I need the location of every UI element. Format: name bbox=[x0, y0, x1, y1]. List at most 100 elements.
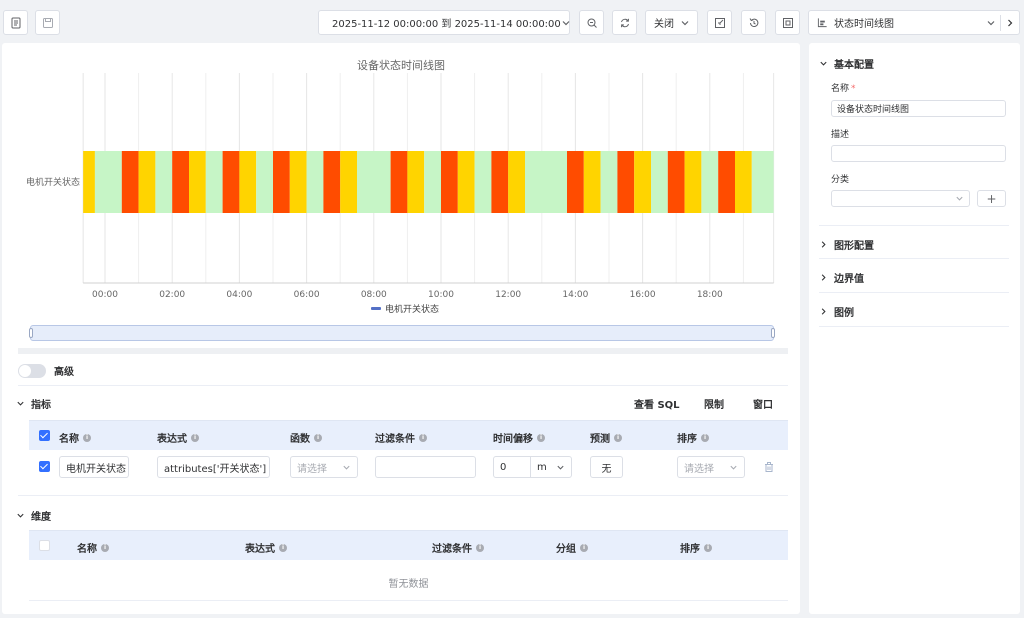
metrics-col-expression: 表达式 i bbox=[157, 430, 199, 445]
name-input[interactable]: 设备状态时间线图 bbox=[831, 100, 1006, 117]
zoom-handle-left[interactable] bbox=[29, 328, 33, 338]
state-segment-yellow[interactable] bbox=[138, 151, 156, 213]
dimensions-empty-text: 暂无数据 bbox=[388, 579, 429, 590]
state-segment-red[interactable] bbox=[667, 151, 685, 213]
x-tick-label: 02:00 bbox=[159, 290, 185, 300]
state-segment-red[interactable] bbox=[121, 151, 139, 213]
state-segment-yellow[interactable] bbox=[83, 151, 95, 213]
state-segment-red[interactable] bbox=[390, 151, 408, 213]
state-segment-yellow[interactable] bbox=[189, 151, 206, 213]
advanced-toggle[interactable] bbox=[18, 363, 46, 378]
metrics-table-header: 名称 i 表达式 i 函数 i 过滤条件 i 时间偏移 i 预测 i 排序 i bbox=[29, 420, 788, 450]
state-segment-green[interactable] bbox=[701, 151, 719, 213]
collapse-panel-icon[interactable] bbox=[1005, 18, 1015, 28]
legend-label[interactable]: 电机开关状态 bbox=[385, 303, 439, 315]
chart-type-select[interactable]: 状态时间线图 bbox=[808, 10, 1020, 35]
state-segment-green[interactable] bbox=[155, 151, 173, 213]
x-tick-label: 18:00 bbox=[697, 290, 723, 300]
state-segment-green[interactable] bbox=[751, 151, 774, 213]
metrics-section-header[interactable]: 指标 bbox=[16, 396, 51, 411]
zoom-out-icon bbox=[587, 18, 597, 28]
info-icon: i bbox=[191, 433, 199, 442]
state-segment-red[interactable] bbox=[441, 151, 458, 213]
view-sql-link[interactable]: 查看 SQL bbox=[634, 396, 680, 411]
metrics-select-all-checkbox[interactable] bbox=[39, 430, 50, 441]
basic-config-title: 基本配置 bbox=[834, 60, 874, 71]
metric-offset-value-input[interactable]: 0 bbox=[493, 456, 531, 478]
state-segment-green[interactable] bbox=[424, 151, 441, 213]
description-label: 描述 bbox=[831, 130, 850, 140]
advanced-toggle-row: 高级 bbox=[18, 363, 74, 378]
dimensions-col-group: 分组 i bbox=[556, 540, 588, 555]
info-icon: i bbox=[83, 433, 91, 442]
graphic-config-header[interactable]: 图形配置 bbox=[819, 237, 874, 252]
state-segment-green[interactable] bbox=[306, 151, 324, 213]
state-segment-red[interactable] bbox=[718, 151, 735, 213]
time-range-dropdown[interactable] bbox=[561, 18, 571, 28]
state-segment-yellow[interactable] bbox=[457, 151, 475, 213]
metrics-col-offset: 时间偏移 i bbox=[493, 430, 545, 445]
metric-sort-select[interactable]: 请选择 bbox=[677, 456, 745, 478]
state-segment-green[interactable] bbox=[474, 151, 492, 213]
limit-link[interactable]: 限制 bbox=[704, 396, 724, 411]
save-button[interactable] bbox=[35, 10, 60, 35]
metric-forecast-button[interactable]: 无 bbox=[590, 456, 623, 478]
chart-type-icon bbox=[817, 18, 827, 28]
legend-swatch[interactable] bbox=[371, 307, 381, 310]
state-segment-green[interactable] bbox=[651, 151, 668, 213]
info-icon: i bbox=[419, 433, 427, 442]
state-segment-yellow[interactable] bbox=[735, 151, 752, 213]
category-select[interactable] bbox=[831, 190, 970, 207]
dimensions-section-header[interactable]: 维度 bbox=[16, 508, 51, 523]
state-segment-red[interactable] bbox=[222, 151, 240, 213]
state-segment-yellow[interactable] bbox=[583, 151, 601, 213]
state-segment-green[interactable] bbox=[256, 151, 273, 213]
state-segment-green[interactable] bbox=[205, 151, 223, 213]
description-input[interactable] bbox=[831, 145, 1006, 162]
state-segment-green[interactable] bbox=[94, 151, 122, 213]
state-segment-red[interactable] bbox=[491, 151, 509, 213]
shrink-button[interactable] bbox=[707, 10, 732, 35]
document-button[interactable] bbox=[3, 10, 28, 35]
state-segment-yellow[interactable] bbox=[340, 151, 357, 213]
state-segment-red[interactable] bbox=[273, 151, 290, 213]
fullscreen-button[interactable] bbox=[775, 10, 800, 35]
info-icon: i bbox=[704, 543, 712, 552]
state-timeline-chart[interactable]: 电机开关状态 00:00 02:00 04:00 06:00 08:00 10:00 12:0… bbox=[2, 43, 800, 323]
state-segment-yellow[interactable] bbox=[239, 151, 257, 213]
state-segment-yellow[interactable] bbox=[289, 151, 307, 213]
zoom-handle-right[interactable] bbox=[771, 328, 775, 338]
advanced-label: 高级 bbox=[54, 367, 74, 378]
state-segment-yellow[interactable] bbox=[508, 151, 525, 213]
legend-config-header[interactable]: 图例 bbox=[819, 304, 854, 319]
zoom-out-button[interactable] bbox=[579, 10, 604, 35]
basic-config-header[interactable]: 基本配置 bbox=[819, 56, 874, 71]
auto-refresh-select[interactable]: 关闭 bbox=[645, 10, 698, 35]
time-range-picker[interactable]: 2025-11-12 00:00:00 到 2025-11-14 00:00:0… bbox=[318, 10, 570, 35]
shrink-icon bbox=[714, 17, 725, 28]
zoom-slider[interactable] bbox=[29, 325, 775, 341]
metric-offset-unit-select[interactable]: m bbox=[530, 456, 572, 478]
state-segment-green[interactable] bbox=[525, 151, 567, 213]
history-button[interactable] bbox=[741, 10, 766, 35]
state-segment-red[interactable] bbox=[323, 151, 341, 213]
metric-expression-input[interactable]: attributes['开关状态'] bbox=[157, 456, 270, 478]
metric-function-select[interactable]: 请选择 bbox=[290, 456, 358, 478]
state-segment-green[interactable] bbox=[600, 151, 618, 213]
trash-icon[interactable] bbox=[763, 461, 775, 473]
state-segment-green[interactable] bbox=[357, 151, 391, 213]
state-segment-red[interactable] bbox=[617, 151, 635, 213]
metric-row-checkbox[interactable] bbox=[39, 461, 50, 472]
state-segment-yellow[interactable] bbox=[634, 151, 651, 213]
state-segment-yellow[interactable] bbox=[684, 151, 702, 213]
state-segment-red[interactable] bbox=[567, 151, 584, 213]
refresh-button[interactable] bbox=[612, 10, 637, 35]
dimensions-select-all-checkbox[interactable] bbox=[39, 540, 50, 551]
metric-name-input[interactable]: 电机开关状态 bbox=[59, 456, 129, 478]
state-segment-red[interactable] bbox=[172, 151, 189, 213]
thresholds-header[interactable]: 边界值 bbox=[819, 270, 864, 285]
metric-filter-input[interactable] bbox=[375, 456, 476, 478]
add-category-button[interactable]: + bbox=[977, 190, 1006, 207]
window-link[interactable]: 窗口 bbox=[753, 396, 773, 411]
state-segment-yellow[interactable] bbox=[407, 151, 425, 213]
